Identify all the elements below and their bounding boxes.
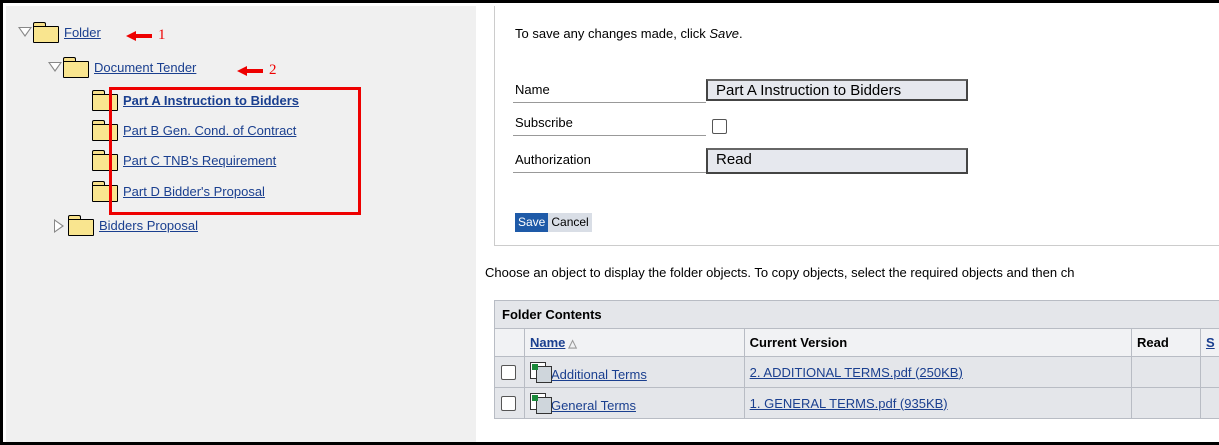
table-caption-row: Folder Contents	[494, 300, 1219, 329]
annotation-label: 1	[158, 27, 166, 43]
annotation-2: 2	[237, 62, 277, 79]
name-cell: General Terms	[523, 387, 745, 419]
subscribe-checkbox[interactable]	[712, 119, 727, 134]
table-caption: Folder Contents	[494, 300, 1219, 329]
sort-link-name[interactable]: Name	[530, 335, 565, 350]
field-underline	[513, 135, 706, 136]
name-cell: Additional Terms	[523, 356, 745, 388]
s-cell	[1199, 356, 1219, 388]
folder-detail-panel: To save any changes made, click Save. Na…	[494, 6, 1219, 246]
column-header-read: Read	[1131, 328, 1201, 357]
version-cell: 2. ADDITIONAL TERMS.pdf (250KB)	[743, 356, 1133, 388]
subscribe-label: Subscribe	[515, 115, 573, 130]
hint-text: To save any changes made, click	[515, 26, 710, 41]
read-cell	[1131, 356, 1201, 388]
s-cell	[1199, 387, 1219, 419]
tree-node-document-tender[interactable]: Document Tender	[48, 57, 196, 78]
table-row[interactable]: Additional Terms 2. ADDITIONAL TERMS.pdf…	[494, 356, 1219, 388]
expand-triangle-icon[interactable]	[48, 61, 62, 73]
tree-node-label[interactable]: Folder	[64, 25, 101, 40]
choose-instructions: Choose an object to display the folder o…	[485, 265, 1075, 280]
row-checkbox[interactable]	[501, 365, 516, 381]
form-buttons: Save Cancel	[515, 213, 592, 232]
annotation-highlight-box	[109, 87, 361, 215]
folder-icon	[67, 215, 94, 236]
tree-node-label[interactable]: Bidders Proposal	[99, 218, 198, 233]
arrow-left-icon	[126, 30, 152, 41]
tree-node-label[interactable]: Document Tender	[94, 60, 196, 75]
row-checkbox[interactable]	[501, 396, 516, 412]
authorization-label: Authorization	[515, 152, 591, 167]
table-row[interactable]: General Terms 1. GENERAL TERMS.pdf (935K…	[494, 387, 1219, 419]
document-link[interactable]: General Terms	[551, 398, 636, 413]
save-hint: To save any changes made, click Save.	[515, 26, 743, 41]
hint-suffix: .	[739, 26, 743, 41]
field-underline	[513, 102, 706, 103]
row-select-cell	[494, 356, 525, 388]
table-header-row: Name △ Current Version Read S	[494, 328, 1219, 357]
sort-ascending-icon: △	[568, 338, 577, 350]
sort-link-s[interactable]: S	[1206, 335, 1215, 350]
select-column-header	[494, 328, 525, 357]
folder-icon	[62, 57, 89, 78]
document-icon	[529, 362, 552, 383]
screenshot-frame: Folder 1 Document Tender 2 Part A Instru…	[0, 0, 1219, 445]
column-header-current-version: Current Version	[743, 328, 1133, 357]
field-underline	[513, 172, 706, 173]
tree-node-bidders-proposal[interactable]: Bidders Proposal	[53, 215, 198, 236]
read-cell	[1131, 387, 1201, 419]
document-icon	[529, 393, 552, 414]
document-link[interactable]: Additional Terms	[551, 367, 647, 382]
annotation-1: 1	[126, 27, 166, 44]
name-field[interactable]: Part A Instruction to Bidders	[706, 79, 968, 101]
tree-node-folder[interactable]: Folder	[18, 22, 101, 43]
row-select-cell	[494, 387, 525, 419]
version-cell: 1. GENERAL TERMS.pdf (935KB)	[743, 387, 1133, 419]
cancel-button[interactable]: Cancel	[548, 213, 592, 232]
column-header-s[interactable]: S	[1199, 328, 1219, 357]
folder-icon	[32, 22, 59, 43]
arrow-left-icon	[237, 65, 263, 76]
collapse-triangle-icon[interactable]	[53, 219, 67, 233]
version-link[interactable]: 2. ADDITIONAL TERMS.pdf (250KB)	[750, 365, 963, 380]
column-header-name[interactable]: Name △	[523, 328, 745, 357]
hint-emphasis: Save	[709, 26, 740, 41]
expand-triangle-icon[interactable]	[18, 26, 32, 38]
folder-tree: Folder 1 Document Tender 2 Part A Instru…	[6, 6, 476, 442]
folder-contents-table: Folder Contents Name △ Current Version Re…	[494, 300, 1219, 419]
name-label: Name	[515, 82, 550, 97]
authorization-field[interactable]: Read	[706, 148, 968, 174]
version-link[interactable]: 1. GENERAL TERMS.pdf (935KB)	[750, 396, 948, 411]
save-button[interactable]: Save	[515, 213, 549, 232]
annotation-label: 2	[269, 62, 277, 78]
